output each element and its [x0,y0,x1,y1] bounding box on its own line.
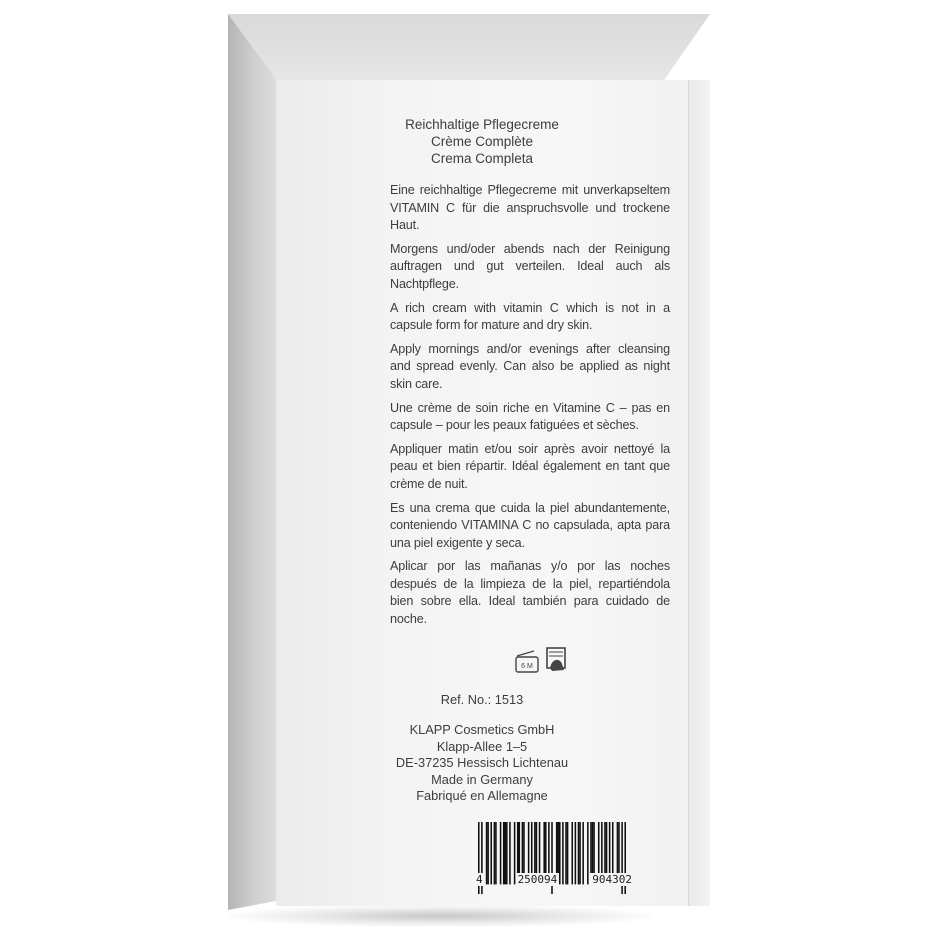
address-company: KLAPP Cosmetics GmbH [409,722,555,737]
pao-label: 6 M [521,663,533,670]
paragraph-es-description: Es una crema que cuida la piel abundante… [390,500,670,550]
barcode-first-digit: 4 [474,873,485,886]
box-side-face [228,14,276,910]
paragraph-en-usage: Apply mornings and/or evenings after cle… [390,341,670,391]
refer-to-leaflet-icon [546,647,566,671]
paragraph-es-usage: Aplicar por las mañanas y/o por las noch… [390,559,670,627]
address-city: DE-37235 Hessisch Lichtenau [395,755,569,771]
reference-number: Ref. No.: 1513 [440,692,524,707]
paragraph-de-description: Eine reichhaltige Pflegecreme mit unverk… [390,183,670,233]
address-origin-en: Made in Germany [431,771,533,787]
title-fr: Crème Complète [430,134,534,149]
package-symbols: 6 M [514,644,574,674]
product-photo: Reichhaltige Pflegecreme Crème Complète … [0,0,950,950]
barcode-digits: 4 250094 904302 [474,873,634,886]
paragraph-fr-description: Une crème de soin riche en Vitamine C – … [390,400,670,433]
barcode-left-digits: 250094 [515,873,560,886]
barcode-right-digits: 904302 [590,873,634,886]
box-top-face [228,14,710,80]
open-jar-icon: 6 M [515,647,566,673]
address-origin-fr: Fabriqué en Allemagne [416,788,548,804]
manufacturer-address: KLAPP Cosmetics GmbH Klapp-Allee 1–5 DE-… [276,722,688,805]
box-right-edge [688,80,710,906]
box-shadow [230,905,650,927]
paragraph-fr-usage: Appliquer matin et/ou soir après avoir n… [390,441,670,491]
paragraph-de-usage: Morgens und/oder abends nach der Reinigu… [390,241,670,291]
description-text: Eine reichhaltige Pflegecreme mit unverk… [390,182,670,635]
title-es: Crema Completa [430,151,534,166]
paragraph-en-description: A rich cream with vitamin C which is not… [390,300,670,333]
address-street: Klapp-Allee 1–5 [436,738,528,754]
title-de: Reichhaltige Pflegecreme [405,117,559,132]
product-titles: Reichhaltige Pflegecreme Crème Complète … [276,116,688,167]
